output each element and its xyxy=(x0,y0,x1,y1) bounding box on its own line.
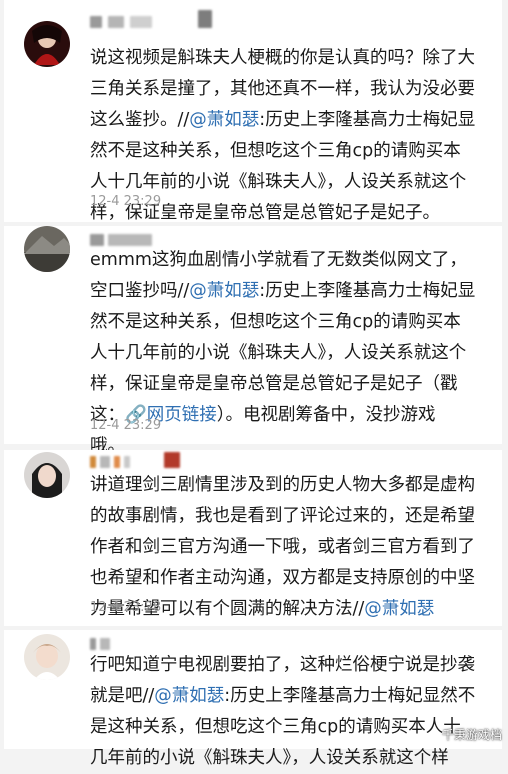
username-blurred[interactable] xyxy=(90,452,190,468)
comment-card: 讲道理剑三剧情里涉及到的历史人物大多都是虚构 的故事剧情，我也是看到了评论过来的… xyxy=(4,450,502,626)
comment-line: 行吧知道宁电视剧要拍了，这种烂俗梗宁说是抄袭 xyxy=(90,655,475,675)
comment-line: 然不是这种关系，但想吃这个三角cp的请购买本 xyxy=(90,312,461,332)
comment-line: 说这视频是斛珠夫人梗概的你是认真的吗？除了大 xyxy=(90,48,475,68)
avatar[interactable] xyxy=(24,634,70,680)
comment-card: emmm这狗血剧情小学就看了无数类似网文了， 空口鉴抄吗//@萧如瑟:历史上李隆… xyxy=(4,226,502,456)
timestamp: 12-4 23:28 xyxy=(90,600,162,615)
comment-line: 人十几年前的小说《斛珠夫人》，人设关系就这个 xyxy=(90,343,467,363)
comment-line: 就是吧//@萧如瑟:历史上李隆基高力士梅妃显然不 xyxy=(90,686,476,706)
comment-line: 空口鉴抄吗//@萧如瑟:历史上李隆基高力士梅妃显 xyxy=(90,281,476,301)
comment-card: 行吧知道宁电视剧要拍了，这种烂俗梗宁说是抄袭 就是吧//@萧如瑟:历史上李隆基高… xyxy=(4,630,502,768)
avatar[interactable] xyxy=(24,21,70,67)
comment-line: 也希望和作者主动沟通，双方都是支持原创的中坚 xyxy=(90,568,475,588)
username-blurred[interactable] xyxy=(90,10,220,28)
comment-line: 几年前的小说《斛珠夫人》，人设关系就这个样 xyxy=(90,748,449,768)
comment-card: 说这视频是斛珠夫人梗概的你是认真的吗？除了大 三角关系是撞了，其他还真不一样，我… xyxy=(4,0,502,223)
comment-line: 样，保证皇帝是皇帝总管是总管妃子是妃子（戳 xyxy=(90,374,458,394)
comment-line: emmm这狗血剧情小学就看了无数类似网文了， xyxy=(90,250,467,270)
timestamp: 12-4 23:29 xyxy=(90,418,162,433)
avatar[interactable] xyxy=(24,226,70,272)
comment-line: 讲道理剑三剧情里涉及到的历史人物大多都是虚构 xyxy=(90,475,475,495)
comment-line: 的故事剧情，我也是看到了评论过来的，还是希望 xyxy=(90,506,475,526)
watermark: 千秉游戏档 xyxy=(441,728,502,742)
comment-line: 作者和剑三官方沟通一下哦，或者剑三官方看到了 xyxy=(90,537,475,557)
comment-line: 这么鉴抄。//@萧如瑟:历史上李隆基高力士梅妃显 xyxy=(90,110,476,130)
timestamp: 12-4 23:29 xyxy=(90,194,162,209)
avatar[interactable] xyxy=(24,452,70,498)
comment-line: 是这种关系，但想吃这个三角cp的请购买本人十 xyxy=(90,717,461,737)
comment-line: 然不是这种关系，但想吃这个三角cp的请购买本 xyxy=(90,141,461,161)
comment-text: 行吧知道宁电视剧要拍了，这种烂俗梗宁说是抄袭 就是吧//@萧如瑟:历史上李隆基高… xyxy=(90,650,492,774)
comment-line: 三角关系是撞了，其他还真不一样，我认为没必要 xyxy=(90,79,475,99)
username-blurred[interactable] xyxy=(90,638,130,650)
